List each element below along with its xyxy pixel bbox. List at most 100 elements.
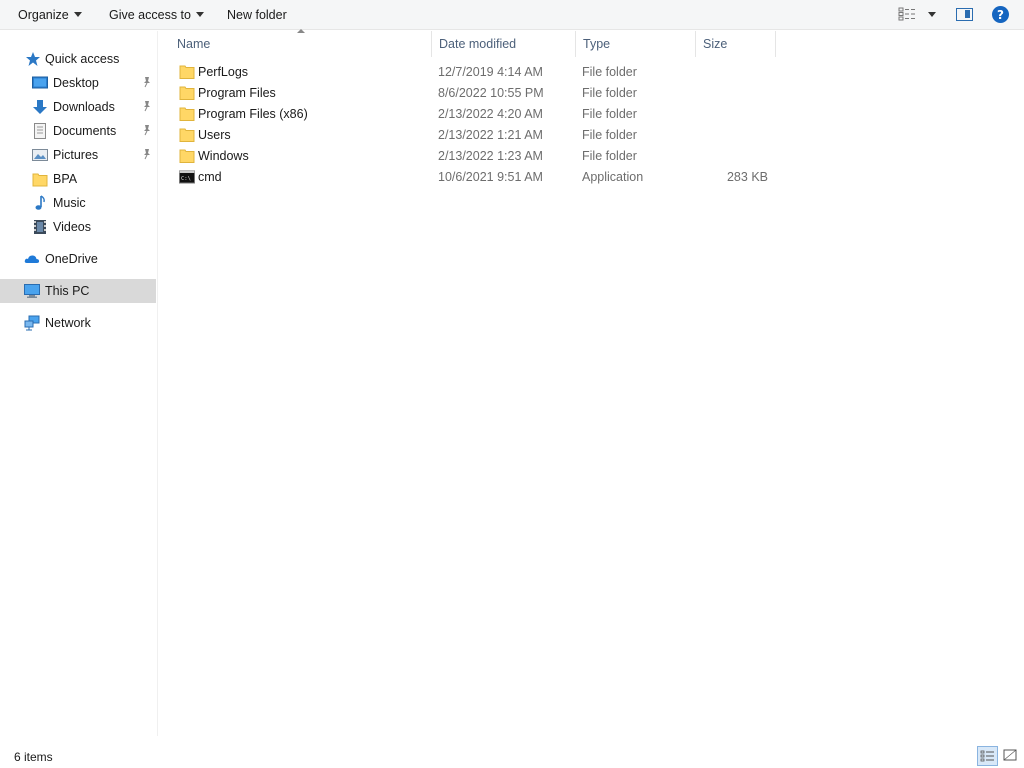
videos-icon xyxy=(34,220,46,234)
pin-icon xyxy=(144,77,150,88)
file-name: Program Files xyxy=(198,86,276,100)
chevron-down-icon xyxy=(195,12,204,17)
nav-label: BPA xyxy=(53,172,78,186)
sort-ascending-icon xyxy=(297,29,305,33)
file-row[interactable]: Windows 2/13/2022 1:23 AM File folder xyxy=(170,146,776,167)
folder-icon xyxy=(32,173,48,187)
help-icon[interactable]: ? xyxy=(992,6,1009,23)
network-icon xyxy=(24,315,40,331)
column-header-type[interactable]: Type xyxy=(576,31,696,57)
pin-icon xyxy=(144,149,150,160)
nav-label: Desktop xyxy=(53,76,99,90)
file-name: PerfLogs xyxy=(198,65,249,79)
file-type: Application xyxy=(582,170,644,184)
nav-item-pictures[interactable]: Pictures xyxy=(0,143,156,167)
nav-item-downloads[interactable]: Downloads xyxy=(0,95,156,119)
nav-quick-access[interactable]: Quick access xyxy=(0,47,156,71)
column-header-label: Size xyxy=(703,37,728,51)
new-folder-button[interactable]: New folder xyxy=(221,3,293,27)
file-date: 2/13/2022 4:20 AM xyxy=(438,107,543,121)
documents-icon xyxy=(34,123,46,139)
preview-pane-icon[interactable] xyxy=(956,8,973,21)
file-type: File folder xyxy=(582,149,637,163)
column-header-label: Type xyxy=(583,37,611,51)
organize-button[interactable]: Organize xyxy=(12,3,88,27)
nav-item-documents[interactable]: Documents xyxy=(0,119,156,143)
file-row[interactable]: PerfLogs 12/7/2019 4:14 AM File folder xyxy=(170,62,776,83)
nav-label: Pictures xyxy=(53,148,99,162)
nav-item-music[interactable]: Music xyxy=(0,191,156,215)
nav-item-desktop[interactable]: Desktop xyxy=(0,71,156,95)
large-icons-view-icon xyxy=(1003,749,1017,761)
item-count: 6 items xyxy=(14,750,53,764)
file-row[interactable]: Users 2/13/2022 1:21 AM File folder xyxy=(170,125,776,146)
nav-label: Downloads xyxy=(53,100,115,114)
file-name: Program Files (x86) xyxy=(198,107,308,121)
folder-icon xyxy=(179,65,195,79)
column-header-label: Name xyxy=(177,37,211,51)
nav-label: Quick access xyxy=(45,52,120,66)
large-icons-view-button[interactable] xyxy=(1001,746,1021,766)
navigation-pane: Quick access Desktop Downloads Documents xyxy=(0,31,158,736)
nav-this-pc[interactable]: This PC xyxy=(0,279,156,303)
cmd-icon: C:\ xyxy=(179,170,195,184)
file-name: Windows xyxy=(198,149,249,163)
change-view-button[interactable] xyxy=(898,7,936,21)
folder-icon xyxy=(179,107,195,121)
desktop-icon xyxy=(32,76,48,89)
pin-icon xyxy=(144,125,150,136)
nav-label: Videos xyxy=(53,220,91,234)
file-size: 283 KB xyxy=(726,170,768,184)
nav-label: Music xyxy=(53,196,86,210)
file-date: 2/13/2022 1:21 AM xyxy=(438,128,543,142)
status-bar: 6 items xyxy=(0,744,1024,768)
give-access-button[interactable]: Give access to xyxy=(103,3,210,27)
details-view-button[interactable] xyxy=(977,746,998,766)
nav-label: Documents xyxy=(53,124,117,138)
file-date: 8/6/2022 10:55 PM xyxy=(438,86,544,100)
file-type: File folder xyxy=(582,86,637,100)
nav-label: OneDrive xyxy=(45,252,98,266)
svg-text:C:\: C:\ xyxy=(181,176,191,182)
file-name: Users xyxy=(198,128,231,142)
file-row[interactable]: Program Files 8/6/2022 10:55 PM File fol… xyxy=(170,83,776,104)
give-access-label: Give access to xyxy=(109,7,191,22)
file-type: File folder xyxy=(582,128,637,142)
computer-icon xyxy=(24,284,40,298)
star-icon xyxy=(26,52,40,66)
nav-onedrive[interactable]: OneDrive xyxy=(0,247,156,271)
downloads-icon xyxy=(33,100,47,114)
music-icon xyxy=(35,195,45,210)
folder-icon xyxy=(179,128,195,142)
pin-icon xyxy=(144,101,150,112)
nav-item-bpa[interactable]: BPA xyxy=(0,167,156,191)
file-date: 2/13/2022 1:23 AM xyxy=(438,149,543,163)
chevron-down-icon xyxy=(928,11,936,17)
file-name: cmd xyxy=(198,170,222,184)
details-view-icon xyxy=(898,7,915,21)
nav-label: Network xyxy=(45,316,91,330)
pictures-icon xyxy=(32,149,48,161)
onedrive-cloud-icon xyxy=(24,255,40,263)
folder-icon xyxy=(179,86,195,100)
file-date: 10/6/2021 9:51 AM xyxy=(438,170,543,184)
file-row[interactable]: C:\ cmd 10/6/2021 9:51 AM Application 28… xyxy=(170,167,776,188)
file-type: File folder xyxy=(582,107,637,121)
column-header-date[interactable]: Date modified xyxy=(432,31,576,57)
nav-network[interactable]: Network xyxy=(0,311,156,335)
column-header-name[interactable]: Name xyxy=(170,29,432,57)
nav-label: This PC xyxy=(45,284,90,298)
column-headers: Name Date modified Type Size xyxy=(170,29,776,57)
column-header-size[interactable]: Size xyxy=(696,31,776,57)
folder-icon xyxy=(179,149,195,163)
file-type: File folder xyxy=(582,65,637,79)
organize-label: Organize xyxy=(18,7,69,22)
column-header-label: Date modified xyxy=(439,37,517,51)
file-row[interactable]: Program Files (x86) 2/13/2022 4:20 AM Fi… xyxy=(170,104,776,125)
command-bar: Organize Give access to New folder ? xyxy=(0,0,1024,30)
chevron-down-icon xyxy=(73,12,82,17)
nav-item-videos[interactable]: Videos xyxy=(0,215,156,239)
new-folder-label: New folder xyxy=(227,7,287,22)
file-date: 12/7/2019 4:14 AM xyxy=(438,65,543,79)
details-view-icon xyxy=(980,750,994,762)
